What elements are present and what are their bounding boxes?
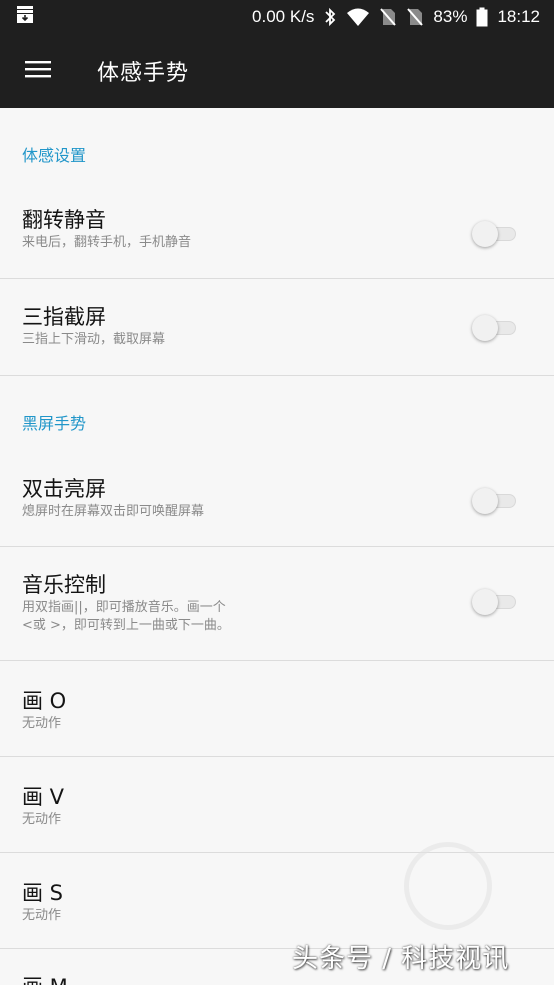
- setting-subtitle: 无动作: [22, 812, 62, 827]
- network-speed: 0.00 K/s: [252, 7, 315, 26]
- setting-draw-v[interactable]: 画 V 无动作: [0, 757, 554, 853]
- watermark-text: 头条号 / 科技视讯: [292, 944, 510, 974]
- page-title: 体感手势: [97, 61, 190, 86]
- clock: 18:12: [497, 7, 540, 26]
- setting-music-control[interactable]: 音乐控制 用双指画||，即可播放音乐。画一个 <或 >，即可转到上一曲或下一曲。: [0, 547, 554, 661]
- sim-no-signal-icon: [379, 7, 397, 27]
- music-control-toggle[interactable]: [472, 589, 518, 615]
- battery-icon: [476, 7, 488, 27]
- setting-title: 画 O: [22, 689, 67, 713]
- setting-double-tap-wake[interactable]: 双击亮屏 熄屏时在屏幕双击即可唤醒屏幕: [0, 450, 554, 547]
- section-header-motion: 体感设置: [22, 146, 87, 165]
- battery-percent: 83%: [433, 7, 468, 26]
- status-bar: 0.00 K/s 83% 18:12: [0, 0, 554, 34]
- setting-three-finger-screenshot[interactable]: 三指截屏 三指上下滑动，截取屏幕: [0, 279, 554, 376]
- sim-no-signal-icon-2: [406, 7, 424, 27]
- download-notification-icon: [14, 4, 36, 30]
- menu-button[interactable]: [0, 34, 76, 108]
- three-finger-toggle[interactable]: [472, 315, 518, 341]
- watermark-logo-icon: [404, 842, 492, 930]
- setting-draw-o[interactable]: 画 O 无动作: [0, 661, 554, 757]
- section-header-screen-off: 黑屏手势: [22, 414, 87, 433]
- setting-subtitle-line-2: <或 >，即可转到上一曲或下一曲。: [22, 618, 230, 633]
- hamburger-menu-icon: [25, 59, 51, 83]
- setting-subtitle: 无动作: [22, 716, 62, 731]
- setting-title: 画 V: [22, 785, 65, 809]
- wifi-icon: [346, 7, 370, 27]
- app-toolbar: 体感手势: [0, 34, 554, 108]
- double-tap-toggle[interactable]: [472, 488, 518, 514]
- setting-flip-mute[interactable]: 翻转静音 来电后，翻转手机，手机静音: [0, 189, 554, 279]
- flip-mute-toggle[interactable]: [472, 221, 518, 247]
- bluetooth-icon: [323, 7, 337, 27]
